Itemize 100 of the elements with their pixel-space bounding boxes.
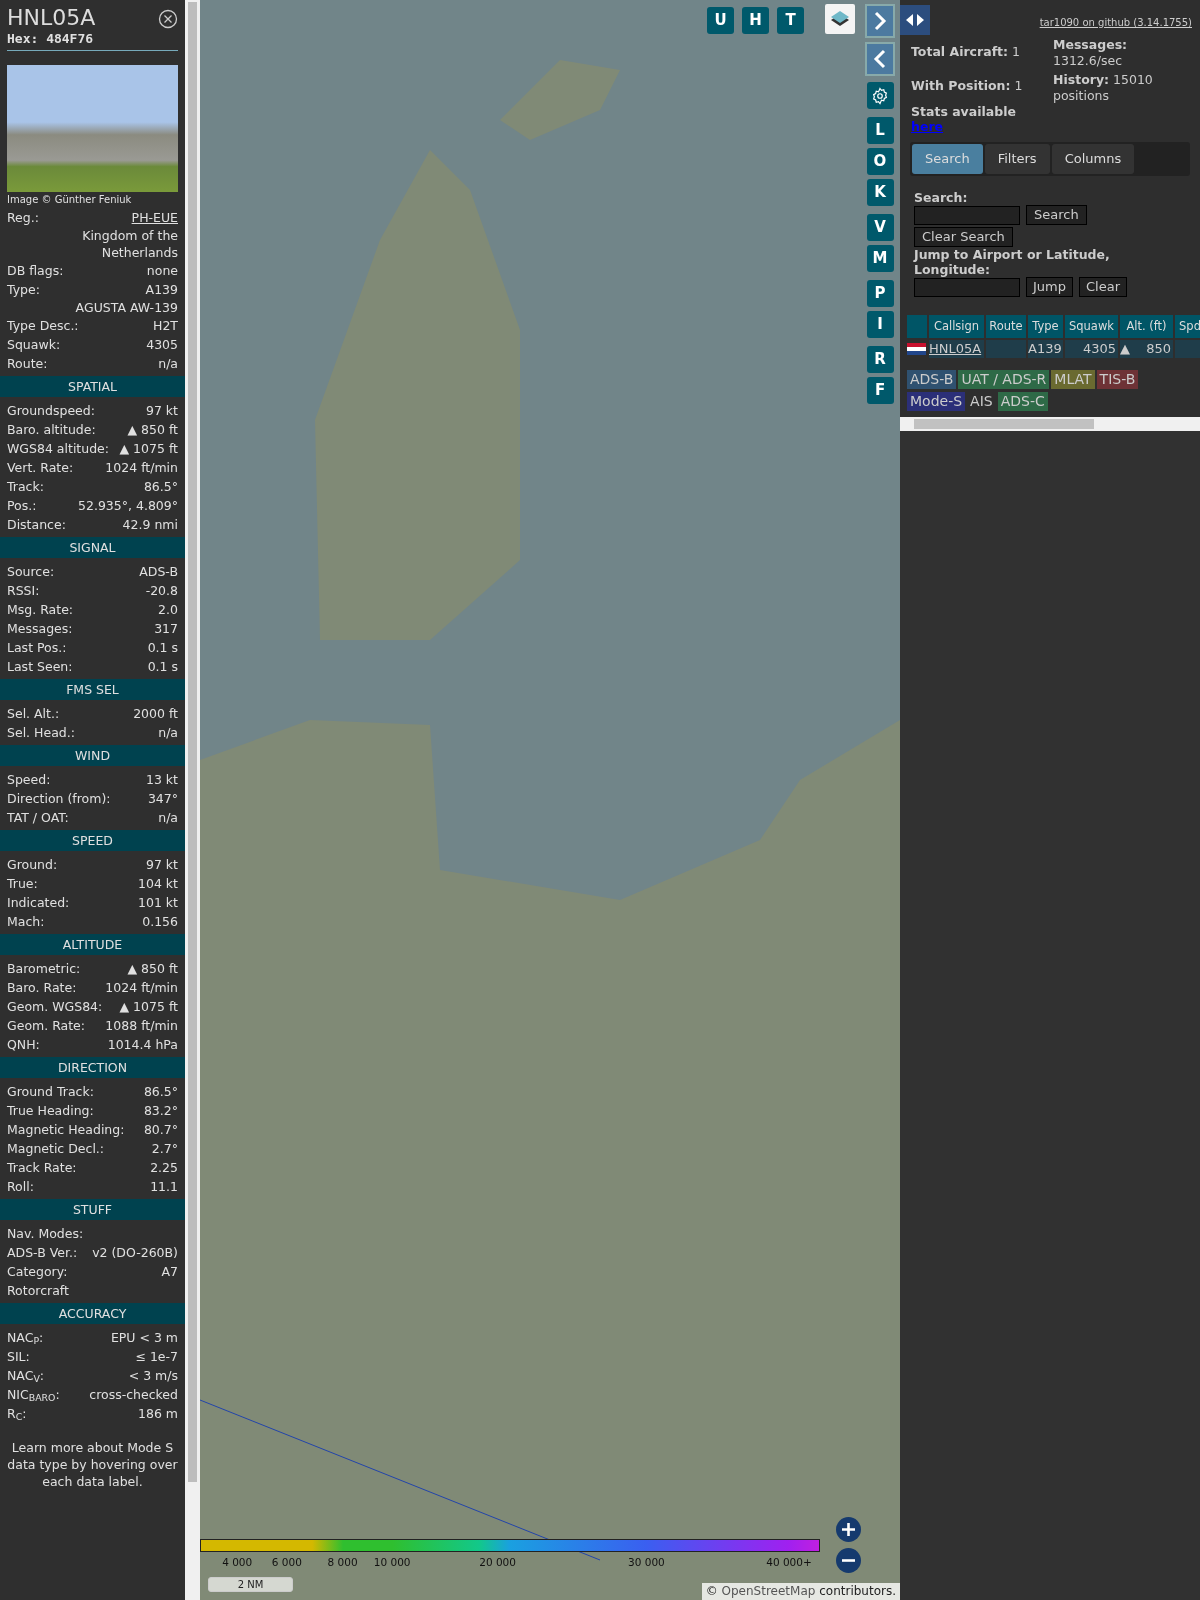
field-value: 83.2°: [143, 1102, 178, 1120]
source-tag: ADS-C: [997, 392, 1048, 411]
table-cell-text: 850: [1146, 340, 1172, 358]
section-header: SPATIAL: [0, 376, 185, 397]
source-tag: MLAT: [1051, 370, 1095, 389]
field-label: Direction (from):: [7, 790, 111, 808]
field-value: 1024 ft/min: [105, 979, 178, 997]
map-toggle-button[interactable]: P: [866, 280, 894, 307]
column-header[interactable]: Squawk: [1065, 315, 1118, 338]
field-label: NIC$_{BARO}$:: [7, 1386, 60, 1404]
field-value: 104 kt: [138, 875, 178, 893]
github-link[interactable]: tar1090 on github (3.14.1755): [1039, 15, 1192, 30]
field-value: EPU < 3 m: [110, 1329, 178, 1347]
jump-button[interactable]: Jump: [1026, 277, 1073, 297]
clear-button[interactable]: Clear: [1079, 277, 1127, 297]
field-label: True Heading:: [7, 1102, 94, 1120]
field-label: R$_{C}$:: [7, 1405, 27, 1423]
field-value: ▲ 850 ft: [127, 960, 178, 978]
field-label: Mach:: [7, 913, 45, 931]
field-value: ADS-B: [139, 563, 178, 581]
field-value: ▲ 1075 ft: [119, 998, 178, 1016]
field-label: Type Desc.:: [7, 317, 79, 335]
column-header[interactable]: Route: [986, 315, 1026, 338]
table-cell: [1175, 340, 1200, 358]
field-label: Groundspeed:: [7, 402, 95, 420]
field-value: 11.1: [150, 1178, 178, 1196]
map-toggle-button[interactable]: O: [866, 148, 894, 175]
field-label: RSSI:: [7, 582, 40, 600]
map-toggle-button[interactable]: V: [866, 214, 894, 241]
with-position-stat: With Position: 1: [911, 78, 1024, 94]
close-icon[interactable]: [158, 9, 178, 29]
horizontal-scrollbar[interactable]: [900, 417, 1200, 431]
scrollbar[interactable]: [185, 0, 200, 1600]
map-toggle-button[interactable]: K: [866, 179, 894, 206]
field-label: Track Rate:: [7, 1159, 77, 1177]
section-header: FMS SEL: [0, 679, 185, 700]
field-value: 42.9 nmi: [122, 516, 178, 534]
clear-search-button[interactable]: Clear Search: [914, 227, 1013, 247]
help-text: Learn more about Mode S data type by hovering over each data label.: [7, 1439, 178, 1490]
field-value: v2 (DO-260B): [92, 1244, 178, 1262]
tab[interactable]: Filters: [984, 144, 1050, 174]
field-label: ADS-B Ver.:: [7, 1244, 78, 1262]
field-label: Barometric:: [7, 960, 81, 978]
field-value: 97 kt: [145, 856, 178, 874]
plus-icon: [841, 1522, 856, 1537]
field-label: Nav. Modes:: [7, 1226, 84, 1241]
toggle-sidebar-button[interactable]: [900, 5, 930, 35]
field-label: Type:: [7, 281, 40, 299]
field-label: Pos.:: [7, 497, 37, 515]
map-toggle-button[interactable]: U: [707, 7, 734, 34]
search-field[interactable]: [914, 205, 1020, 225]
collapse-button[interactable]: [865, 42, 895, 76]
map-toggle-button[interactable]: L: [866, 117, 894, 144]
registration-link[interactable]: PH-EUE: [131, 208, 178, 227]
layers-button[interactable]: [825, 4, 855, 34]
callsign-link[interactable]: HNL05A: [929, 340, 984, 358]
field-label: DB flags:: [7, 262, 64, 280]
field-label: SIL:: [7, 1348, 30, 1366]
column-header[interactable]: Alt. (ft): [1120, 315, 1173, 338]
field-value: 2.7°: [151, 1140, 178, 1158]
map-toggle-button[interactable]: F: [866, 377, 894, 404]
field-label: Reg.:: [7, 209, 39, 227]
map-toggle-button[interactable]: T: [777, 7, 804, 34]
openstreetmap-link[interactable]: OpenStreetMap: [721, 1584, 816, 1598]
field-value: 97 kt: [145, 402, 178, 420]
altitude-tick-label: 20 000: [479, 1555, 516, 1570]
field-value: 317: [154, 620, 178, 638]
field-label: Roll:: [7, 1178, 34, 1196]
column-header[interactable]: Callsign: [929, 315, 984, 338]
field-value: -20.8: [145, 582, 178, 600]
altitude-tick-label: 4 000: [222, 1555, 253, 1570]
map-toggle-button[interactable]: H: [742, 7, 769, 34]
column-header[interactable]: Spd: [1175, 315, 1200, 338]
field-label: NAC$_{V}$:: [7, 1367, 45, 1385]
field-value: 4305: [146, 336, 178, 354]
section-header: SPEED: [0, 830, 185, 851]
section-header: ALTITUDE: [0, 934, 185, 955]
expand-button[interactable]: [865, 4, 895, 38]
settings-icon: [871, 86, 889, 105]
field-label: Route:: [7, 355, 48, 373]
map-toggle-button[interactable]: M: [866, 245, 894, 272]
map-attribution: © OpenStreetMap contributors.: [701, 1583, 900, 1600]
settings-button[interactable]: [866, 82, 894, 109]
field-value: 1014.4 hPa: [107, 1036, 178, 1054]
jump-field[interactable]: [914, 277, 1020, 297]
field-label: Indicated:: [7, 894, 70, 912]
chevron-right-icon: [873, 11, 887, 31]
messages-stat: Messages: 1312.6/sec: [1053, 37, 1129, 69]
source-tag: Mode-S: [907, 392, 966, 411]
map-toggle-button[interactable]: R: [866, 346, 894, 373]
left-right-arrows-icon: [905, 13, 925, 27]
field-value: 1024 ft/min: [105, 459, 178, 477]
search-button[interactable]: Search: [1026, 205, 1087, 225]
field-label: NAC$_{P}$:: [7, 1329, 44, 1347]
map-toggle-button[interactable]: I: [866, 311, 894, 338]
field-value: n/a: [158, 724, 178, 742]
field-label: Last Seen:: [7, 658, 73, 676]
tab[interactable]: Columns: [1051, 144, 1135, 174]
column-header[interactable]: Type: [1028, 315, 1063, 338]
field-label: TAT / OAT:: [7, 809, 69, 827]
